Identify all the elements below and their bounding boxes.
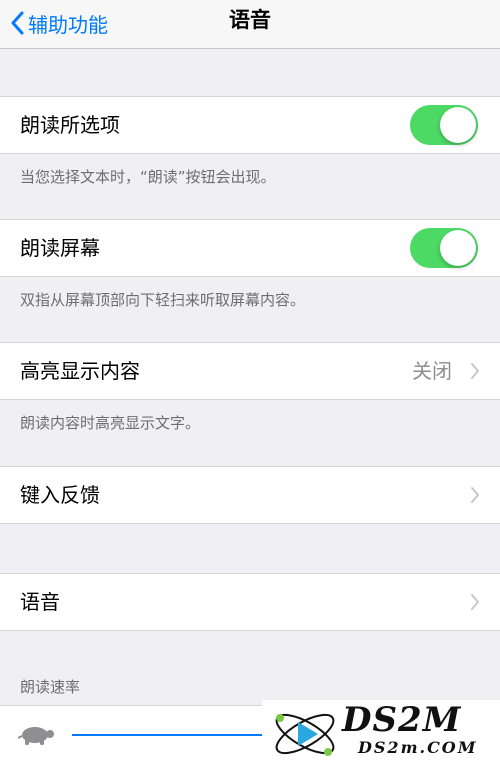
highlight-content-footer: 朗读内容时高亮显示文字。	[20, 414, 201, 432]
speak-screen-row: 朗读屏幕	[0, 219, 500, 277]
watermark-url: DS2m.COM	[358, 738, 478, 757]
speak-screen-toggle[interactable]	[410, 228, 478, 268]
navigation-bar: 辅助功能 语音	[0, 0, 500, 49]
chevron-right-icon	[471, 594, 479, 610]
speak-selection-toggle[interactable]	[410, 105, 478, 145]
speak-selection-label: 朗读所选项	[20, 113, 120, 137]
speak-selection-row: 朗读所选项	[0, 96, 500, 154]
highlight-content-label: 高亮显示内容	[20, 359, 140, 383]
chevron-right-icon	[471, 363, 479, 379]
highlight-content-value: 关闭	[412, 359, 452, 383]
toggle-knob	[440, 107, 476, 143]
speaking-rate-slider-track[interactable]	[72, 734, 272, 736]
toggle-knob	[440, 230, 476, 266]
atom-logo-icon	[275, 713, 335, 756]
speak-screen-footer: 双指从屏幕顶部向下轻扫来听取屏幕内容。	[20, 291, 306, 309]
typing-feedback-label: 键入反馈	[20, 483, 100, 507]
chevron-right-icon	[471, 487, 479, 503]
speaking-rate-header: 朗读速率	[20, 678, 81, 696]
watermark: DS2M DS2m.COM	[262, 700, 500, 767]
speak-screen-label: 朗读屏幕	[20, 236, 100, 260]
highlight-content-row[interactable]: 高亮显示内容 关闭	[0, 342, 500, 400]
typing-feedback-row[interactable]: 键入反馈	[0, 466, 500, 524]
watermark-brand: DS2M	[342, 700, 462, 740]
page-title: 语音	[229, 8, 271, 32]
voices-label: 语音	[20, 590, 60, 614]
speak-selection-footer: 当您选择文本时，“朗读”按钮会出现。	[20, 168, 276, 186]
voices-row[interactable]: 语音	[0, 573, 500, 631]
turtle-icon	[18, 727, 54, 745]
